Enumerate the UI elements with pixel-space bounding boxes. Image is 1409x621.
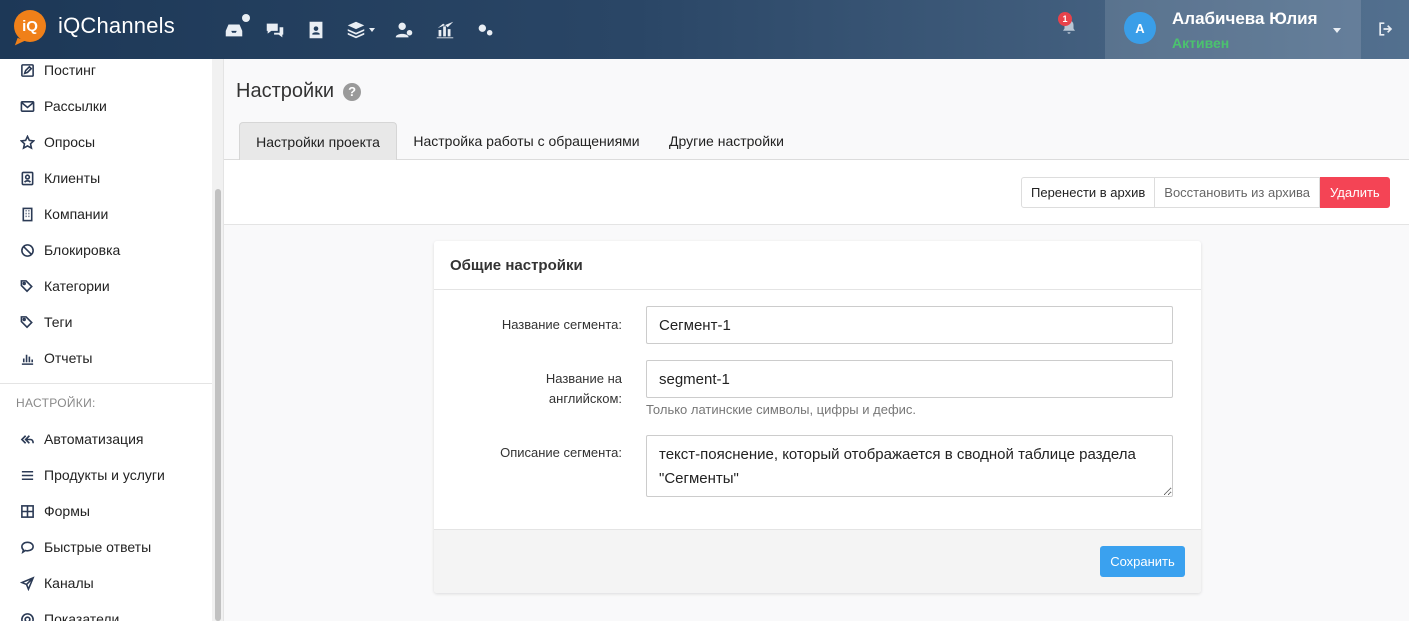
english-name-label-line2: английском:: [548, 391, 622, 406]
save-button[interactable]: Сохранить: [1100, 546, 1185, 577]
sidebar-item-tags[interactable]: Теги: [0, 304, 212, 340]
delete-button[interactable]: Удалить: [1320, 177, 1390, 208]
bar-chart-icon: [21, 354, 34, 365]
chevron-down-icon: [1333, 28, 1341, 33]
english-name-input[interactable]: [646, 360, 1173, 398]
inbox-icon[interactable]: [220, 14, 250, 44]
sidebar-item-quick-replies[interactable]: Быстрые ответы: [0, 529, 212, 565]
user-name: Алабичева Юлия: [1172, 9, 1318, 28]
sidebar: Постинг Рассылки Опросы Клиенты Компании…: [0, 59, 224, 621]
sidebar-item-label: Клиенты: [44, 170, 101, 186]
archive-button[interactable]: Перенести в архив: [1021, 177, 1156, 208]
page-title: Настройки ?: [236, 80, 362, 103]
scrollbar-thumb[interactable]: [215, 189, 221, 621]
edit-icon: [21, 63, 34, 77]
sidebar-item-label: Продукты и услуги: [44, 467, 165, 483]
sidebar-item-reports[interactable]: Отчеты: [0, 340, 212, 376]
settings-tabs: Настройки проекта Настройка работы с обр…: [224, 122, 1409, 160]
sidebar-item-label: Компании: [44, 206, 109, 222]
comment-icon: [21, 541, 34, 554]
reply-all-icon: [20, 434, 34, 444]
sidebar-item-label: Теги: [44, 314, 73, 330]
sidebar-item-label: Рассылки: [44, 98, 107, 114]
sidebar-item-label: Формы: [44, 503, 90, 519]
english-name-label: Название на английском:: [546, 369, 622, 409]
tab-requests-settings[interactable]: Настройка работы с обращениями: [404, 122, 649, 160]
top-navbar: iQ iQChannels 1 А Алабичева Юлия Активен: [0, 0, 1409, 59]
chevron-down-icon: [369, 28, 375, 32]
help-icon[interactable]: ?: [343, 82, 362, 101]
chat-icon[interactable]: [261, 16, 289, 44]
tab-other-settings[interactable]: Другие настройки: [660, 122, 793, 160]
list-icon: [21, 470, 34, 480]
english-name-label-line1: Название на: [545, 371, 622, 386]
logo-mark: iQ: [14, 10, 46, 42]
segment-name-label: Название сегмента:: [501, 317, 622, 332]
sidebar-item-automation[interactable]: Автоматизация: [0, 421, 212, 457]
description-textarea[interactable]: текст-пояснение, который отображается в …: [646, 435, 1173, 497]
sidebar-item-label: Постинг: [44, 62, 96, 78]
table-icon: [21, 504, 34, 518]
sidebar-item-categories[interactable]: Категории: [0, 268, 212, 304]
logo[interactable]: iQ iQChannels: [14, 10, 175, 42]
star-icon: [20, 134, 35, 150]
layers-icon[interactable]: [343, 16, 377, 44]
sidebar-divider: [0, 383, 212, 384]
mail-icon: [20, 100, 35, 112]
sidebar-item-forms[interactable]: Формы: [0, 493, 212, 529]
building-icon: [22, 207, 33, 221]
ban-icon: [21, 243, 34, 257]
notification-badge: 1: [1058, 12, 1072, 26]
tab-project-settings[interactable]: Настройки проекта: [239, 122, 397, 160]
restore-button[interactable]: Восстановить из архива: [1155, 177, 1321, 208]
sidebar-item-surveys[interactable]: Опросы: [0, 124, 212, 160]
analytics-icon[interactable]: [431, 16, 459, 44]
sidebar-item-label: Автоматизация: [44, 431, 144, 447]
action-button-group: Перенести в архив Восстановить из архива…: [1021, 177, 1390, 208]
sidebar-item-label: Каналы: [44, 575, 94, 591]
sidebar-item-label: Блокировка: [44, 242, 121, 258]
sidebar-scrollbar[interactable]: [212, 59, 223, 621]
english-name-help: Только латинские символы, цифры и дефис.: [646, 402, 917, 417]
contact-card-icon: [21, 171, 34, 185]
sidebar-item-products[interactable]: Продукты и услуги: [0, 457, 212, 493]
unread-dot: [242, 14, 250, 22]
card-footer: Сохранить: [434, 529, 1201, 593]
sidebar-section-title: НАСТРОЙКИ:: [16, 396, 96, 410]
send-icon: [20, 575, 35, 591]
user-status: Активен: [1172, 35, 1230, 51]
tags-icon: [20, 279, 33, 292]
sidebar-item-label: Отчеты: [44, 350, 93, 366]
main-nav: [220, 14, 513, 44]
description-label: Описание сегмента:: [500, 445, 622, 460]
user-menu[interactable]: А Алабичева Юлия Активен: [1105, 0, 1361, 59]
sidebar-item-blocking[interactable]: Блокировка: [0, 232, 212, 268]
sidebar-item-clients[interactable]: Клиенты: [0, 160, 212, 196]
segment-name-input[interactable]: [646, 306, 1173, 344]
sidebar-item-companies[interactable]: Компании: [0, 196, 212, 232]
sidebar-item-label: Опросы: [44, 134, 96, 150]
general-settings-card: Общие настройки Название сегмента: Назва…: [434, 241, 1201, 593]
sidebar-item-mailings[interactable]: Рассылки: [0, 88, 212, 124]
users-settings-icon[interactable]: [390, 16, 418, 44]
tag-icon: [20, 315, 33, 328]
notifications-bell-icon[interactable]: 1: [1058, 12, 1084, 42]
logo-text: iQChannels: [58, 13, 175, 38]
sidebar-item-label: Категории: [44, 278, 110, 294]
settings-icon[interactable]: [472, 16, 500, 44]
sidebar-item-posting[interactable]: Постинг: [0, 59, 212, 88]
avatar: А: [1124, 12, 1156, 44]
action-bar: Перенести в архив Восстановить из архива…: [224, 160, 1409, 225]
card-title: Общие настройки: [434, 241, 1201, 290]
sidebar-item-channels[interactable]: Каналы: [0, 565, 212, 601]
logout-icon[interactable]: [1376, 19, 1398, 41]
sidebar-item-label: Быстрые ответы: [44, 539, 152, 555]
sidebar-item-label: Показатели: [44, 611, 120, 621]
contacts-icon[interactable]: [302, 16, 330, 44]
target-icon: [21, 612, 34, 621]
page-title-text: Настройки: [236, 80, 335, 102]
sidebar-item-metrics[interactable]: Показатели: [0, 601, 212, 621]
